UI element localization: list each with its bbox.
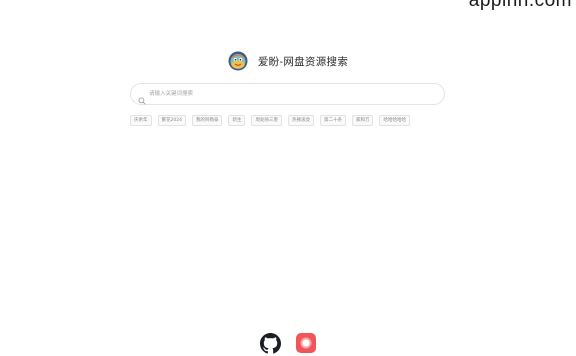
search-input[interactable]: [149, 88, 444, 100]
search-icon: [138, 90, 146, 105]
search-bar[interactable]: [130, 83, 445, 105]
site-title: 爱盼-网盘资源搜索: [257, 55, 349, 68]
hot-tag[interactable]: 我的阿勒泰: [191, 115, 223, 126]
github-icon[interactable]: [260, 332, 281, 354]
hot-tag[interactable]: 繁花2024: [157, 115, 186, 126]
hot-tag[interactable]: 热辣滚烫: [287, 115, 314, 126]
watermark-text: appinn.com: [468, 0, 572, 11]
hot-search-tags: 庆余年 繁花2024 我的阿勒泰 新生 周处除三害 热辣滚烫 第二十条 家和万 …: [130, 115, 450, 126]
hot-tag[interactable]: 新生: [228, 115, 246, 126]
hot-tag[interactable]: 哈哈哈哈哈: [379, 115, 410, 126]
site-header: 爱盼-网盘资源搜索: [0, 50, 576, 72]
app-icon[interactable]: [296, 333, 316, 353]
cartoon-face-logo-icon[interactable]: [228, 51, 248, 71]
hot-tag[interactable]: 庆余年: [130, 115, 152, 126]
hot-tag[interactable]: 家和万: [351, 115, 374, 126]
footer-links: [0, 332, 576, 354]
hot-tag[interactable]: 第二十条: [319, 115, 346, 126]
hot-tag[interactable]: 周处除三害: [251, 115, 282, 126]
